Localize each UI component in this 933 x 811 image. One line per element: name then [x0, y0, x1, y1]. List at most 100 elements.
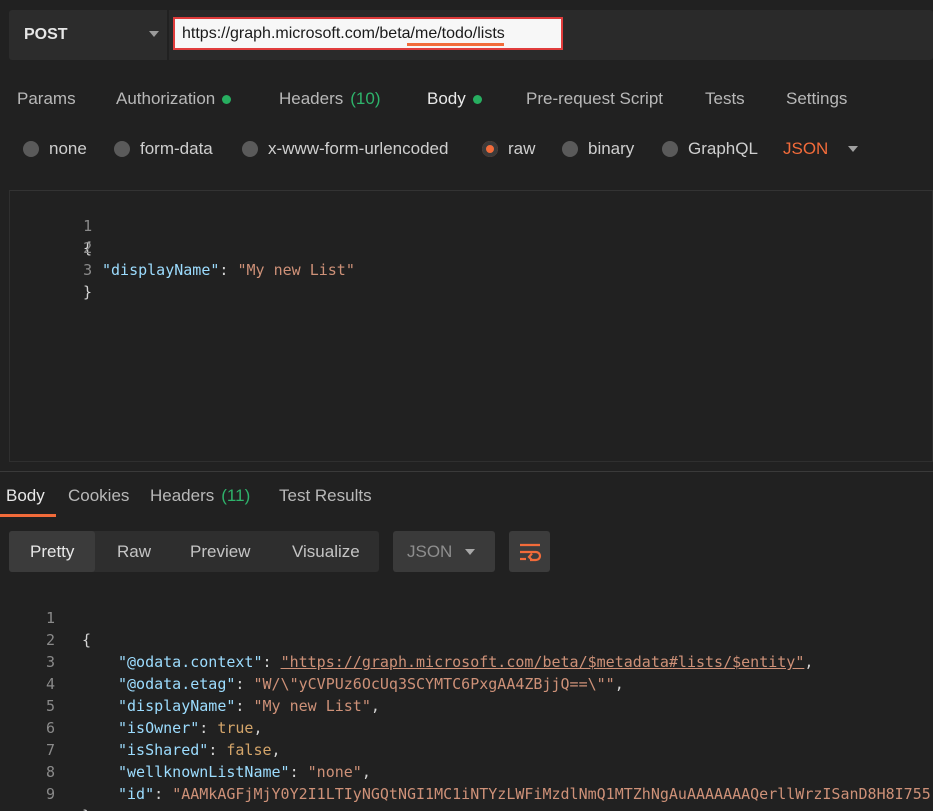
tab-label: Body — [6, 486, 45, 505]
pane-divider[interactable] — [0, 471, 933, 472]
response-body-viewer: 1 { 2 "@odata.context": "https://graph.m… — [0, 585, 933, 811]
radio-circle-icon — [114, 141, 130, 157]
tab-params[interactable]: Params — [17, 76, 76, 122]
response-tab-body[interactable]: Body — [6, 474, 45, 518]
radio-graphql[interactable]: GraphQL — [662, 130, 758, 168]
radio-label: GraphQL — [688, 139, 758, 158]
code-line: 3 "@odata.etag": "W/\"yCVPUz6OcUq3SCYMTC… — [0, 629, 624, 693]
code-text: "wellknownListName": "none", — [118, 763, 371, 781]
json-value: true — [217, 719, 254, 737]
wrap-lines-icon — [519, 543, 541, 561]
code-line: 1 { — [10, 193, 92, 257]
view-label: Pretty — [30, 541, 75, 561]
code-line: 2 "@odata.context": "https://graph.micro… — [0, 607, 813, 671]
json-value: "My new List" — [237, 261, 355, 279]
code-line: 9 } — [0, 761, 91, 811]
chevron-down-icon — [848, 146, 859, 152]
json-key: "id" — [118, 785, 155, 803]
code-text: "@odata.context": "https://graph.microso… — [118, 653, 814, 671]
view-visualize-button[interactable]: Visualize — [292, 531, 360, 572]
line-number: 9 — [45, 785, 55, 803]
tab-label: Headers — [150, 486, 215, 505]
response-tab-test-results[interactable]: Test Results — [279, 474, 372, 518]
code-text: "@odata.etag": "W/\"yCVPUz6OcUq3SCYMTC6P… — [118, 675, 624, 693]
status-dot-icon — [472, 94, 482, 104]
url-bar — [169, 10, 933, 60]
radio-circle-icon — [242, 141, 258, 157]
view-preview-button[interactable]: Preview — [190, 531, 250, 572]
tab-authorization[interactable]: Authorization — [116, 76, 232, 122]
response-tabs: Body Cookies Headers (11) Test Results — [0, 474, 933, 518]
response-tab-cookies[interactable]: Cookies — [68, 474, 129, 518]
response-tab-headers[interactable]: Headers (11) — [150, 474, 250, 518]
tab-tests[interactable]: Tests — [705, 76, 745, 122]
request-body-editor[interactable]: 1 { 2 "displayName": "My new List" 3 } — [9, 190, 933, 462]
tab-headers[interactable]: Headers (10) — [279, 76, 381, 122]
code-line: 8 "id": "AAMkAGFjMjY0Y2I1LTIyNGQtNGI1MC1… — [0, 739, 931, 803]
line-number: 1 — [83, 217, 93, 235]
code-text: } — [82, 805, 91, 811]
json-value: "W/\"yCVPUz6OcUq3SCYMTC6PxgAA4ZBjjQ==\"" — [253, 675, 615, 693]
body-format-select[interactable]: JSON — [783, 130, 859, 168]
url-input[interactable] — [173, 17, 563, 50]
tab-label: Cookies — [68, 486, 130, 505]
code-line: 2 "displayName": "My new List" — [10, 215, 355, 279]
code-text: "isShared": false, — [118, 741, 281, 759]
headers-count: (10) — [350, 89, 381, 108]
code-text: { — [82, 631, 92, 649]
code-line: 4 "displayName": "My new List", — [0, 651, 380, 715]
tab-label: Settings — [786, 89, 848, 108]
radio-urlencoded[interactable]: x-www-form-urlencoded — [242, 130, 448, 168]
code-line: 6 "isShared": false, — [0, 695, 281, 759]
wrap-lines-button[interactable] — [509, 531, 550, 572]
tab-label: Body — [427, 89, 466, 108]
tab-settings[interactable]: Settings — [786, 76, 847, 122]
method-select[interactable]: POST — [9, 10, 167, 60]
response-format-label: JSON — [407, 541, 453, 561]
headers-count: (11) — [221, 486, 251, 505]
response-format-select[interactable]: JSON — [393, 531, 495, 572]
active-tab-indicator — [0, 514, 56, 517]
tab-label: Pre-request Script — [526, 89, 663, 108]
view-raw-button[interactable]: Raw — [117, 531, 151, 572]
json-value: "AAMkAGFjMjY0Y2I1LTIyNGQtNGI1MC1iNTYzLWF… — [172, 785, 931, 803]
json-key: "wellknownListName" — [118, 763, 290, 781]
json-key: "@odata.etag" — [118, 675, 236, 693]
radio-form-data[interactable]: form-data — [114, 130, 213, 168]
radio-label: binary — [588, 139, 635, 158]
radio-selected-icon — [482, 141, 498, 157]
view-label: Raw — [117, 541, 152, 561]
radio-circle-icon — [23, 141, 39, 157]
request-tabs: Params Authorization Headers (10) Body P… — [0, 76, 933, 122]
tab-label: Params — [17, 89, 76, 108]
view-pretty-button[interactable]: Pretty — [9, 531, 96, 572]
radio-label: raw — [508, 139, 536, 158]
code-line: 1 { — [0, 585, 91, 649]
tab-label: Tests — [705, 89, 745, 108]
radio-label: form-data — [140, 139, 213, 158]
line-number: 2 — [83, 239, 93, 257]
chevron-down-icon — [465, 549, 475, 555]
radio-none[interactable]: none — [23, 130, 87, 168]
code-text: } — [83, 283, 93, 301]
json-value: false — [226, 741, 272, 759]
radio-raw[interactable]: raw — [482, 130, 535, 168]
json-link-value[interactable]: "https://graph.microsoft.com/beta/$metad… — [281, 653, 805, 671]
tab-body[interactable]: Body — [427, 76, 482, 122]
radio-binary[interactable]: binary — [562, 130, 634, 168]
tab-pre-request-script[interactable]: Pre-request Script — [526, 76, 663, 122]
active-tab-indicator — [407, 43, 504, 46]
body-format-label: JSON — [783, 139, 829, 158]
code-text: "id": "AAMkAGFjMjY0Y2I1LTIyNGQtNGI1MC1iN… — [118, 785, 931, 803]
view-label: Visualize — [292, 541, 360, 561]
radio-circle-icon — [662, 141, 678, 157]
tab-label: Headers — [279, 89, 344, 108]
radio-circle-icon — [562, 141, 578, 157]
json-key: "displayName" — [118, 697, 236, 715]
json-value: "My new List" — [253, 697, 371, 715]
tab-label: Test Results — [279, 486, 372, 505]
json-key: "isShared" — [118, 741, 209, 759]
json-key: "displayName" — [102, 261, 220, 279]
method-label: POST — [24, 26, 68, 43]
view-label: Preview — [190, 541, 251, 561]
